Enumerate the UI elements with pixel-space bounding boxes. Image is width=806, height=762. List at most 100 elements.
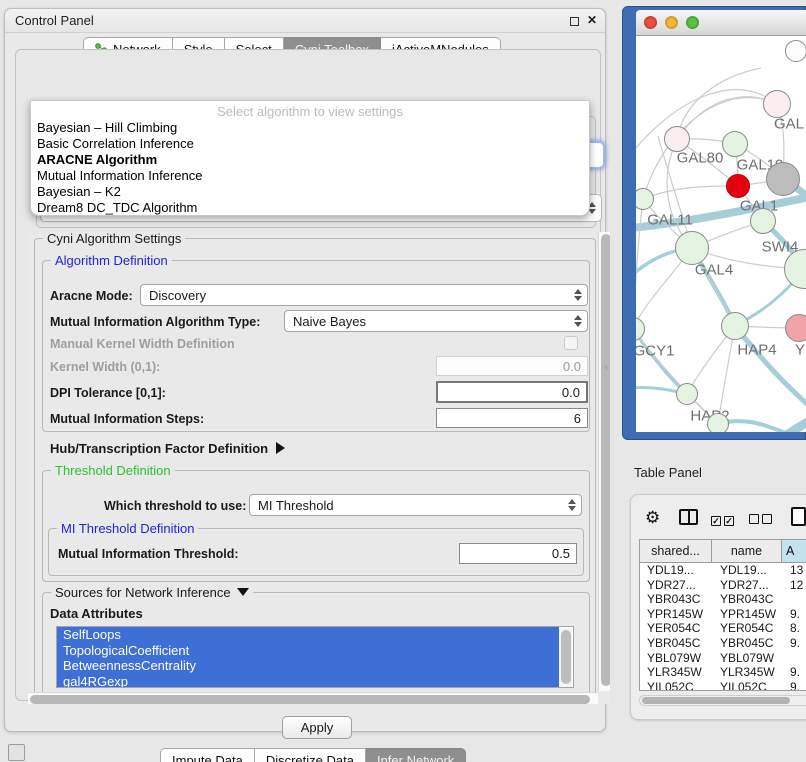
sources-group-title[interactable]: Sources for Network Inference bbox=[51, 585, 253, 600]
table-row[interactable]: YBR043C YBR043C bbox=[640, 592, 806, 607]
mi-steps-label: Mutual Information Steps: bbox=[50, 412, 204, 426]
mi-algorithm-type-label: Mutual Information Algorithm Type: bbox=[50, 315, 260, 329]
algorithm-dropdown-list: Select algorithm to view settings Bayesi… bbox=[30, 100, 590, 216]
tab-impute-data[interactable]: Impute Data bbox=[160, 748, 255, 762]
aracne-mode-select[interactable]: Discovery bbox=[140, 284, 588, 306]
bottom-tab-bar: Impute Data Discretize Data Infer Networ… bbox=[160, 748, 466, 762]
network-node[interactable] bbox=[750, 208, 776, 234]
algorithm-option[interactable]: ARACNE Algorithm bbox=[31, 152, 589, 168]
cell-shared-name: YDR27... bbox=[640, 578, 716, 593]
dpi-tolerance-input[interactable]: 0.0 bbox=[436, 381, 588, 403]
kernel-width-label: Kernel Width (0,1): bbox=[50, 360, 160, 374]
tab-infer-network[interactable]: Infer Network bbox=[366, 748, 466, 762]
network-view-window: GALGAL80GAL10GAL1SWI4GAL11GAL4HAP4YGCY1H… bbox=[622, 6, 806, 440]
network-node[interactable] bbox=[664, 126, 690, 152]
group-title: MI Threshold Definition bbox=[57, 521, 198, 536]
table-row[interactable]: YPR145W YPR145W 9. bbox=[640, 607, 806, 622]
which-threshold-select[interactable]: MI Threshold bbox=[249, 494, 582, 516]
attribute-item[interactable]: SelfLoops bbox=[57, 627, 559, 643]
hub-definition-toggle[interactable]: Hub/Transcription Factor Definition bbox=[50, 441, 285, 456]
column-header-name[interactable]: name bbox=[712, 540, 782, 562]
algorithm-option[interactable]: Basic Correlation Inference bbox=[31, 136, 589, 152]
zoom-traffic-light-icon[interactable] bbox=[686, 16, 699, 29]
cell-shared-name: YBL079W bbox=[640, 651, 716, 666]
kernel-width-value: 0.0 bbox=[563, 359, 581, 374]
network-view-titlebar[interactable] bbox=[636, 10, 806, 36]
table-row[interactable]: YLR345W YLR345W 9. bbox=[640, 665, 806, 680]
algorithm-option[interactable]: Bayesian – Hill Climbing bbox=[31, 120, 589, 136]
new-table-icon[interactable] bbox=[791, 507, 806, 526]
apply-button[interactable]: Apply bbox=[282, 716, 352, 739]
cell-shared-name: YPR145W bbox=[640, 607, 716, 622]
float-window-icon[interactable] bbox=[570, 17, 579, 26]
table-panel: ⚙ ✓✓ shared... name A YDL19... YDL19... … bbox=[630, 494, 806, 720]
which-threshold-label: Which threshold to use: bbox=[104, 499, 246, 513]
network-node[interactable] bbox=[785, 314, 806, 342]
node-label: HAP4 bbox=[737, 342, 776, 359]
table-row[interactable]: YIL052C YIL052C 9. bbox=[640, 680, 806, 691]
table-panel-title: Table Panel bbox=[634, 465, 702, 480]
attribute-item[interactable]: BetweennessCentrality bbox=[57, 658, 559, 674]
network-node[interactable] bbox=[722, 131, 748, 157]
data-attributes-list[interactable]: SelfLoops TopologicalCoefficient Between… bbox=[56, 626, 574, 688]
network-node[interactable] bbox=[721, 312, 749, 340]
algorithm-option[interactable]: Mutual Information Inference bbox=[31, 168, 589, 184]
cell-name: YLR345W bbox=[716, 665, 786, 680]
cell-value: 9. bbox=[786, 636, 806, 651]
network-node[interactable] bbox=[675, 231, 709, 265]
panel-collapse-handle[interactable]: ‹ bbox=[605, 362, 608, 372]
close-traffic-light-icon[interactable] bbox=[644, 16, 657, 29]
scrollbar-thumb[interactable] bbox=[601, 234, 611, 686]
cell-shared-name: YLR345W bbox=[640, 665, 716, 680]
tab-label: Infer Network bbox=[377, 753, 454, 762]
list-scrollbar[interactable] bbox=[559, 628, 572, 688]
collapsed-panel-icon[interactable] bbox=[8, 744, 25, 761]
settings-vertical-scrollbar[interactable] bbox=[598, 232, 610, 691]
table-row[interactable]: YBR045C YBR045C 9. bbox=[640, 636, 806, 651]
network-node[interactable] bbox=[676, 383, 698, 405]
scrollbar-thumb[interactable] bbox=[642, 697, 790, 704]
attribute-item[interactable]: gal4RGexp bbox=[57, 674, 559, 689]
network-node[interactable] bbox=[766, 162, 800, 196]
cell-name: YDL19... bbox=[716, 563, 786, 578]
network-node[interactable] bbox=[785, 40, 806, 62]
scrollbar-thumb[interactable] bbox=[30, 695, 590, 704]
close-icon[interactable]: ✕ bbox=[587, 13, 597, 27]
table-row[interactable]: YDL19... YDL19... 13 bbox=[640, 563, 806, 578]
algorithm-option[interactable]: Dream8 DC_TDC Algorithm bbox=[31, 200, 589, 216]
which-threshold-value: MI Threshold bbox=[258, 498, 334, 513]
cell-name: YBR043C bbox=[716, 592, 786, 607]
network-node[interactable] bbox=[726, 174, 750, 198]
minimize-traffic-light-icon[interactable] bbox=[665, 16, 678, 29]
attribute-item[interactable]: TopologicalCoefficient bbox=[57, 643, 559, 659]
gear-icon[interactable]: ⚙ bbox=[645, 509, 660, 526]
collapse-down-icon bbox=[237, 588, 249, 596]
network-node[interactable] bbox=[763, 90, 791, 118]
table-horizontal-scrollbar[interactable] bbox=[639, 695, 806, 706]
column-header-partial[interactable]: A bbox=[782, 540, 806, 562]
settings-horizontal-scrollbar[interactable] bbox=[28, 692, 598, 704]
split-pane-icon[interactable] bbox=[679, 509, 698, 525]
deselect-all-columns-icon[interactable] bbox=[749, 511, 775, 529]
table-row[interactable]: YBL079W YBL079W bbox=[640, 651, 806, 666]
network-node[interactable] bbox=[707, 413, 729, 432]
list-scrollbar-thumb[interactable] bbox=[561, 630, 571, 684]
table-row[interactable]: YER054C YER054C 8. bbox=[640, 621, 806, 636]
algorithm-option[interactable]: Bayesian – K2 bbox=[31, 184, 589, 200]
mi-steps-input[interactable]: 6 bbox=[436, 408, 588, 428]
network-canvas[interactable]: GALGAL80GAL10GAL1SWI4GAL11GAL4HAP4YGCY1H… bbox=[636, 36, 806, 432]
column-header-shared-name[interactable]: shared... bbox=[640, 540, 712, 562]
table-row[interactable]: YDR27... YDR27... 12 bbox=[640, 578, 806, 593]
mi-threshold-input[interactable]: 0.5 bbox=[459, 543, 577, 564]
group-title: Cyni Algorithm Settings bbox=[43, 232, 185, 246]
mi-algorithm-type-select[interactable]: Naive Bayes bbox=[284, 310, 588, 332]
dpi-tolerance-label: DPI Tolerance [0,1]: bbox=[50, 386, 166, 400]
cell-name: YBL079W bbox=[716, 651, 786, 666]
cell-shared-name: YBR043C bbox=[640, 592, 716, 607]
kernel-width-input[interactable]: 0.0 bbox=[436, 356, 588, 376]
select-all-columns-icon[interactable]: ✓✓ bbox=[711, 511, 737, 529]
manual-kernel-checkbox[interactable] bbox=[564, 336, 578, 350]
aracne-mode-label: Aracne Mode: bbox=[50, 289, 133, 303]
tab-label: Impute Data bbox=[172, 753, 243, 762]
tab-discretize-data[interactable]: Discretize Data bbox=[255, 748, 366, 762]
